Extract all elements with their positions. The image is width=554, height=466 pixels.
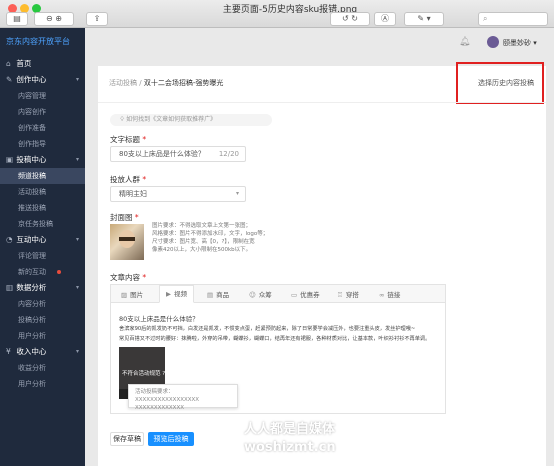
sidebar-item-jd-task-submit[interactable]: 京任务投稿 xyxy=(0,216,85,232)
cover-label: 封面图 * xyxy=(110,213,139,222)
markup-icon[interactable]: Ⓐ xyxy=(374,12,396,26)
zoom-buttons[interactable]: ⊖ ⊕ xyxy=(34,12,74,26)
sidebar-group-creation[interactable]: ✎ 创作中心 ▾ xyxy=(0,72,85,88)
title-input[interactable]: 80支以上床品是什么体验？ 12/20 xyxy=(110,146,246,162)
coupon-icon: ▭ xyxy=(291,291,298,299)
history-content-link[interactable]: 选择历史内容投稿 xyxy=(478,78,534,88)
sidebar-item-comment-manage[interactable]: 评论管理 xyxy=(0,248,85,264)
edit-buttons[interactable]: ✎ ▾ xyxy=(404,12,444,26)
watermark: 人人都是自媒体 woshizmt.cn xyxy=(224,418,344,462)
video-icon: ▶ xyxy=(166,290,171,298)
editor-line-3: 常见百搭又不过时的腰好：抹腾啦，外穿的吊带，蝴蝶衫，蝴蝶口，结再年还有裙服，各种… xyxy=(119,336,431,342)
wallet-icon: ¥ xyxy=(6,347,11,356)
sidebar: 京东内容开放平台 ⌂ 首页 ✎ 创作中心 ▾ 内容管理 内容创作 创作准备 创作指… xyxy=(0,28,85,466)
sidebar-item-content-manage[interactable]: 内容管理 xyxy=(0,88,85,104)
share-icon[interactable]: ⇪ xyxy=(86,12,108,26)
sidebar-item-income-user-analysis[interactable]: 用户分析 xyxy=(0,376,85,392)
chat-icon: ◔ xyxy=(6,235,13,244)
shirt-icon: ♖ xyxy=(337,291,343,299)
save-draft-button[interactable]: 保存草稿 xyxy=(110,432,144,446)
warning-popover: 活动投稿要求：XXXXXXXXXXXXXXXXX XXXXXXXXXXXXX xyxy=(128,384,238,411)
chevron-down-icon: ▾ xyxy=(75,284,79,291)
sidebar-item-content-analysis[interactable]: 内容分析 xyxy=(0,296,85,312)
avatar[interactable] xyxy=(487,36,499,48)
audience-select[interactable]: 精明主妇 ▾ xyxy=(110,186,246,202)
video-warning-label: 不符合活动规范 ? xyxy=(122,371,166,377)
unread-dot xyxy=(57,270,61,274)
chevron-down-icon: ▾ xyxy=(235,190,239,197)
breadcrumb-current: 双十二会场招稿-强势曝光 xyxy=(143,79,224,87)
cover-requirements: 图片要求：不得选取文章上文第一张图； 风格要求：图片不得添加水印，文字，logo… xyxy=(152,223,269,253)
tool-coupon[interactable]: ▭ 优惠券 xyxy=(291,289,320,299)
sidebar-item-user-analysis[interactable]: 用户分析 xyxy=(0,328,85,344)
body-label: 文章内容 * xyxy=(110,273,147,282)
required-mark: * xyxy=(140,273,147,282)
rotate-buttons[interactable]: ↺ ↻ xyxy=(330,12,370,26)
brand-logo: 京东内容开放平台 xyxy=(6,37,70,46)
bag-icon: ▤ xyxy=(207,291,214,299)
required-mark: * xyxy=(140,135,147,144)
header-divider xyxy=(98,102,546,103)
edit-icon: ✎ xyxy=(6,75,13,84)
sidebar-group-analytics[interactable]: ▥ 数据分析 ▾ xyxy=(0,280,85,296)
tool-outfit[interactable]: ♖ 穿搭 xyxy=(337,289,359,299)
required-mark: * xyxy=(132,213,139,222)
tool-crowdfund[interactable]: ☺ 众筹 xyxy=(249,289,272,299)
tool-video[interactable]: ▶ 视频 xyxy=(159,285,194,303)
sidebar-item-create-prepare[interactable]: 创作准备 xyxy=(0,120,85,136)
sidebar-item-new-interaction[interactable]: 新的互动 xyxy=(0,264,85,280)
tool-image[interactable]: ▨ 图片 xyxy=(121,289,143,299)
image-icon: ▨ xyxy=(121,291,128,299)
chevron-down-icon: ▾ xyxy=(75,76,79,83)
char-count: 12/20 xyxy=(218,150,239,158)
bell-icon[interactable]: 🔔︎ xyxy=(459,37,470,47)
chart-icon: ▥ xyxy=(6,283,14,292)
sidebar-item-content-create[interactable]: 内容创作 xyxy=(0,104,85,120)
chevron-down-icon: ▾ xyxy=(75,348,79,355)
sidebar-group-income[interactable]: ¥ 收入中心 ▾ xyxy=(0,344,85,360)
bulb-icon: 💡︎ xyxy=(120,116,125,123)
title-label: 文字标题 * xyxy=(110,135,147,144)
search-input[interactable]: ⌕ xyxy=(478,12,548,26)
sidebar-item-activity-submit[interactable]: 活动投稿 xyxy=(0,184,85,200)
home-icon: ⌂ xyxy=(6,59,11,68)
microphone-icon xyxy=(224,420,238,442)
submit-icon: ▣ xyxy=(6,155,14,164)
link-icon: ∞ xyxy=(379,291,385,299)
search-icon: ⌕ xyxy=(483,14,488,23)
preview-submit-button[interactable]: 预览后投稿 xyxy=(148,432,194,446)
people-icon: ☺ xyxy=(249,291,256,299)
window-titlebar: 主要页面-5历史内容sku报错.png ▤ ⊖ ⊕ ⇪ ↺ ↻ Ⓐ ✎ ▾ ⌕ xyxy=(0,0,554,28)
sidebar-group-submission[interactable]: ▣ 投稿中心 ▾ xyxy=(0,152,85,168)
sidebar-item-push-submit[interactable]: 推送投稿 xyxy=(0,200,85,216)
sidebar-toggle-button[interactable]: ▤ xyxy=(6,12,28,26)
required-mark: * xyxy=(140,175,147,184)
sidebar-item-create-guide[interactable]: 创作指导 xyxy=(0,136,85,152)
sidebar-item-channel-submit[interactable]: 频道投稿 xyxy=(0,168,85,184)
tool-link[interactable]: ∞ 链接 xyxy=(379,289,400,299)
sidebar-item-home[interactable]: ⌂ 首页 xyxy=(0,56,85,72)
chevron-down-icon: ▾ xyxy=(75,236,79,243)
user-name[interactable]: 颐墨妙砂 ▾ xyxy=(503,38,537,48)
breadcrumb: 活动投稿 / 双十二会场招稿-强势曝光 xyxy=(109,78,223,88)
help-icon: ? xyxy=(162,371,166,377)
editor-line-1: 80支以上床品是什么体验？ xyxy=(119,315,199,323)
sidebar-item-submit-analysis[interactable]: 投稿分析 xyxy=(0,312,85,328)
editor-line-2: 舍滨家90后的凯发奶不可挡，白发还是凯发，不惯变点蛋，赶紧预防起来，除了日常要学… xyxy=(119,326,416,332)
help-tip[interactable]: 💡︎ 如何找到《文章如何获取推荐广》 xyxy=(110,114,272,126)
tool-product[interactable]: ▤ 商品 xyxy=(207,289,229,299)
editor-toolbar: ▨ 图片 ▶ 视频 ▤ 商品 ☺ 众筹 ▭ 优惠券 ♖ 穿搭 ∞ 链接 xyxy=(111,285,445,303)
cover-glasses xyxy=(119,237,135,241)
breadcrumb-parent[interactable]: 活动投稿 xyxy=(109,79,137,87)
cover-image[interactable] xyxy=(110,224,144,260)
audience-label: 投放人群 * xyxy=(110,175,147,184)
chevron-down-icon: ▾ xyxy=(533,39,537,47)
chevron-down-icon: ▾ xyxy=(75,156,79,163)
sidebar-item-income-analysis[interactable]: 收益分析 xyxy=(0,360,85,376)
sidebar-group-interaction[interactable]: ◔ 互动中心 ▾ xyxy=(0,232,85,248)
